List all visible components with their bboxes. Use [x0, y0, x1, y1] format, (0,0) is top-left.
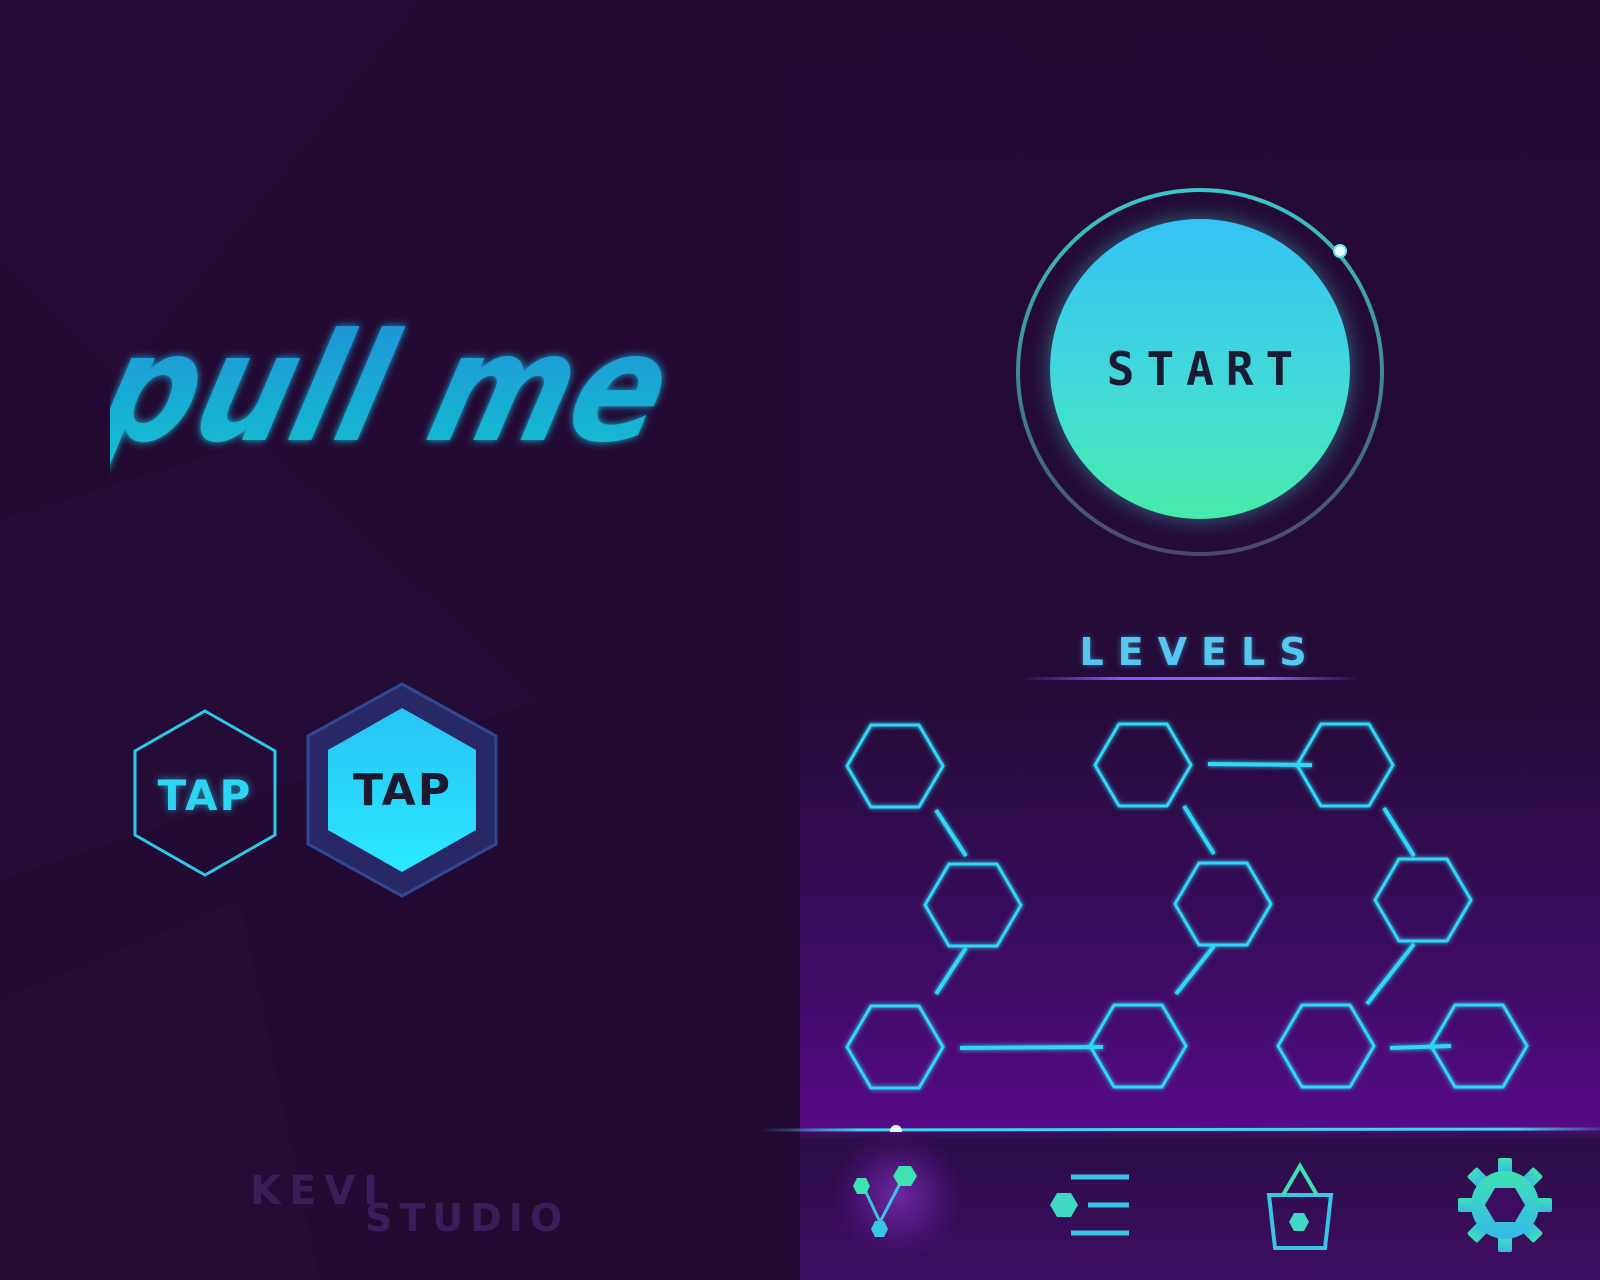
nav-divider: [760, 1125, 1600, 1132]
start-label: START: [1106, 342, 1306, 396]
level-node[interactable]: [1088, 1003, 1188, 1089]
level-node[interactable]: [845, 723, 945, 809]
level-node[interactable]: [1276, 1003, 1376, 1089]
level-node[interactable]: [1173, 861, 1273, 947]
level-connector: [1174, 944, 1216, 996]
level-map-icon: [853, 1166, 917, 1237]
level-connector: [1365, 942, 1416, 1006]
level-connector: [1182, 804, 1216, 856]
level-node[interactable]: [1093, 722, 1193, 808]
level-map: [845, 722, 1529, 1090]
level-connector: [934, 808, 968, 858]
nav-levels-button[interactable]: [833, 1130, 963, 1260]
level-node[interactable]: [1373, 857, 1473, 943]
level-connector: [1389, 1044, 1452, 1050]
hexagon-outline-icon: [133, 709, 277, 877]
nav-shop-button[interactable]: [1245, 1150, 1355, 1260]
level-connector: [934, 946, 968, 996]
studio-subtitle: STUDIO: [365, 1196, 570, 1240]
tap-button-outline[interactable]: TAP: [125, 705, 285, 885]
tap-button-filled[interactable]: TAP: [300, 680, 505, 900]
list-icon: [1050, 1174, 1129, 1236]
start-button[interactable]: START: [1050, 219, 1350, 519]
levels-underline: [1020, 677, 1360, 680]
shop-bag-icon: [1266, 1162, 1334, 1250]
level-connector: [1382, 806, 1416, 858]
level-node[interactable]: [845, 1004, 945, 1090]
gear-icon: [1458, 1158, 1552, 1252]
nav-settings-button[interactable]: [1450, 1150, 1560, 1260]
level-node[interactable]: [923, 862, 1023, 948]
nav-list-button[interactable]: [1040, 1150, 1150, 1260]
ring-indicator-dot: [1333, 244, 1347, 258]
logo-text: pull me: [110, 301, 687, 475]
hexagon-filled-icon: [306, 682, 498, 898]
level-connector: [959, 1045, 1104, 1050]
levels-heading: LEVELS: [1079, 630, 1321, 674]
game-logo: pull me: [110, 301, 687, 475]
